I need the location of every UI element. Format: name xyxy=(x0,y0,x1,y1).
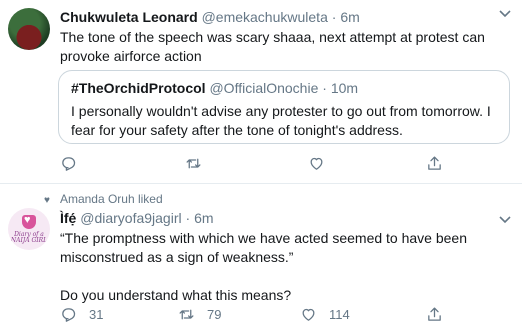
separator: · xyxy=(331,9,337,25)
reply-icon xyxy=(62,156,76,171)
retweet-icon xyxy=(179,309,194,319)
tweet-text-line: “The promptness with which we have acted… xyxy=(60,230,468,246)
avatar-logo-text: Diary of a NAIJA GIRL xyxy=(10,231,48,244)
quoted-tweet[interactable]: #TheOrchidProtocol @OfficialOnochie · 10… xyxy=(58,70,510,144)
retweet-button[interactable]: 79 xyxy=(178,304,221,324)
quote-handle: @OfficialOnochie xyxy=(209,80,319,96)
avatar[interactable] xyxy=(8,8,50,50)
share-icon xyxy=(428,155,441,170)
heart-icon xyxy=(302,308,315,321)
share-button[interactable] xyxy=(426,153,443,173)
timestamp[interactable]: 6m xyxy=(194,210,213,226)
quote-timestamp: 10m xyxy=(330,80,359,96)
handle[interactable]: @diaryofa9jagirl xyxy=(80,210,181,226)
chevron-down-icon[interactable] xyxy=(499,10,511,18)
reply-count: 31 xyxy=(89,306,104,322)
separator: · xyxy=(185,210,191,226)
tweet-text-line: Do you understand what this means? xyxy=(60,287,292,303)
share-icon xyxy=(428,306,441,321)
reply-button[interactable]: 31 xyxy=(60,304,103,324)
tweet-header: Chukwuleta Leonard @emekachukwuleta · 6m xyxy=(60,8,360,26)
share-button[interactable] xyxy=(426,304,443,324)
timestamp[interactable]: 6m xyxy=(340,9,359,25)
quote-separator: · xyxy=(322,80,327,96)
like-button[interactable]: 114 xyxy=(300,304,350,324)
like-count: 114 xyxy=(329,306,350,322)
tweet-text: “The promptness with which we have acted… xyxy=(60,229,512,305)
avatar-logo-icon xyxy=(22,214,36,229)
display-name[interactable]: Chukwuleta Leonard xyxy=(60,9,198,25)
quote-header: #TheOrchidProtocol @OfficialOnochie · 10… xyxy=(71,79,358,97)
text-spacer xyxy=(60,267,512,286)
reply-button[interactable] xyxy=(60,153,77,173)
handle[interactable]: @emekachukwuleta xyxy=(202,9,328,25)
quote-display-name: #TheOrchidProtocol xyxy=(71,80,206,96)
avatar[interactable]: Diary of a NAIJA GIRL xyxy=(8,208,50,250)
tweet-1[interactable]: Chukwuleta Leonard @emekachukwuleta · 6m… xyxy=(0,0,522,184)
tweet-text: The tone of the speech was scary shaaa, … xyxy=(60,29,485,64)
tweet-header: Ìfẹ́ @diaryofa9jagirl · 6m xyxy=(60,209,214,227)
retweet-button[interactable] xyxy=(185,153,202,173)
quote-text: I personally wouldn't advise any protest… xyxy=(71,103,491,138)
retweet-count: 79 xyxy=(207,306,222,322)
heart-icon xyxy=(310,157,323,170)
retweet-icon xyxy=(186,158,201,168)
reply-icon xyxy=(62,307,76,322)
like-button[interactable] xyxy=(308,153,325,173)
chevron-down-icon[interactable] xyxy=(499,216,511,224)
display-name[interactable]: Ìfẹ́ xyxy=(60,210,76,226)
tweet-text-line: misconstrued as a sign of weakness.” xyxy=(60,249,294,265)
